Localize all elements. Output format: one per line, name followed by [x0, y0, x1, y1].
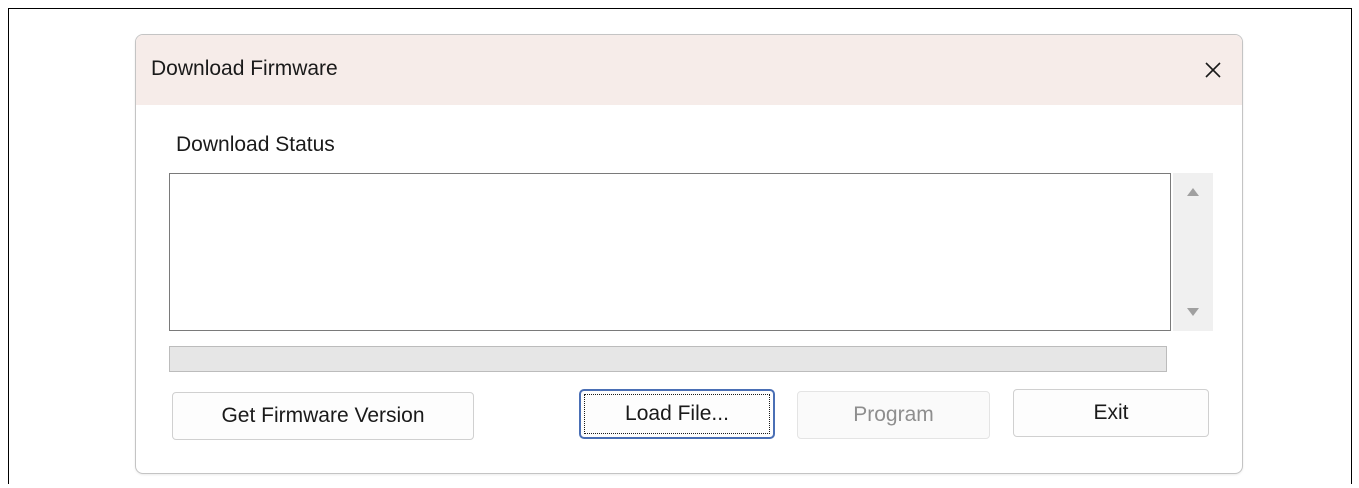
scroll-down-button[interactable] [1173, 295, 1213, 329]
download-firmware-dialog: Download Firmware Download Status Get Fi… [135, 34, 1243, 474]
scroll-up-button[interactable] [1173, 175, 1213, 209]
exit-button[interactable]: Exit [1013, 389, 1209, 437]
download-progress-bar [169, 346, 1167, 372]
close-button[interactable] [1196, 53, 1230, 87]
close-icon [1205, 62, 1221, 78]
triangle-down-icon [1187, 308, 1199, 316]
triangle-up-icon [1187, 188, 1199, 196]
load-file-button[interactable]: Load File... [579, 389, 775, 439]
load-file-label: Load File... [584, 394, 770, 434]
program-button[interactable]: Program [797, 391, 990, 439]
download-status-textbox[interactable] [169, 173, 1171, 331]
dialog-title: Download Firmware [151, 57, 338, 80]
status-scrollbar[interactable] [1173, 173, 1213, 331]
get-firmware-version-button[interactable]: Get Firmware Version [172, 392, 474, 440]
dialog-titlebar[interactable]: Download Firmware [136, 35, 1242, 105]
download-status-label: Download Status [176, 133, 335, 156]
